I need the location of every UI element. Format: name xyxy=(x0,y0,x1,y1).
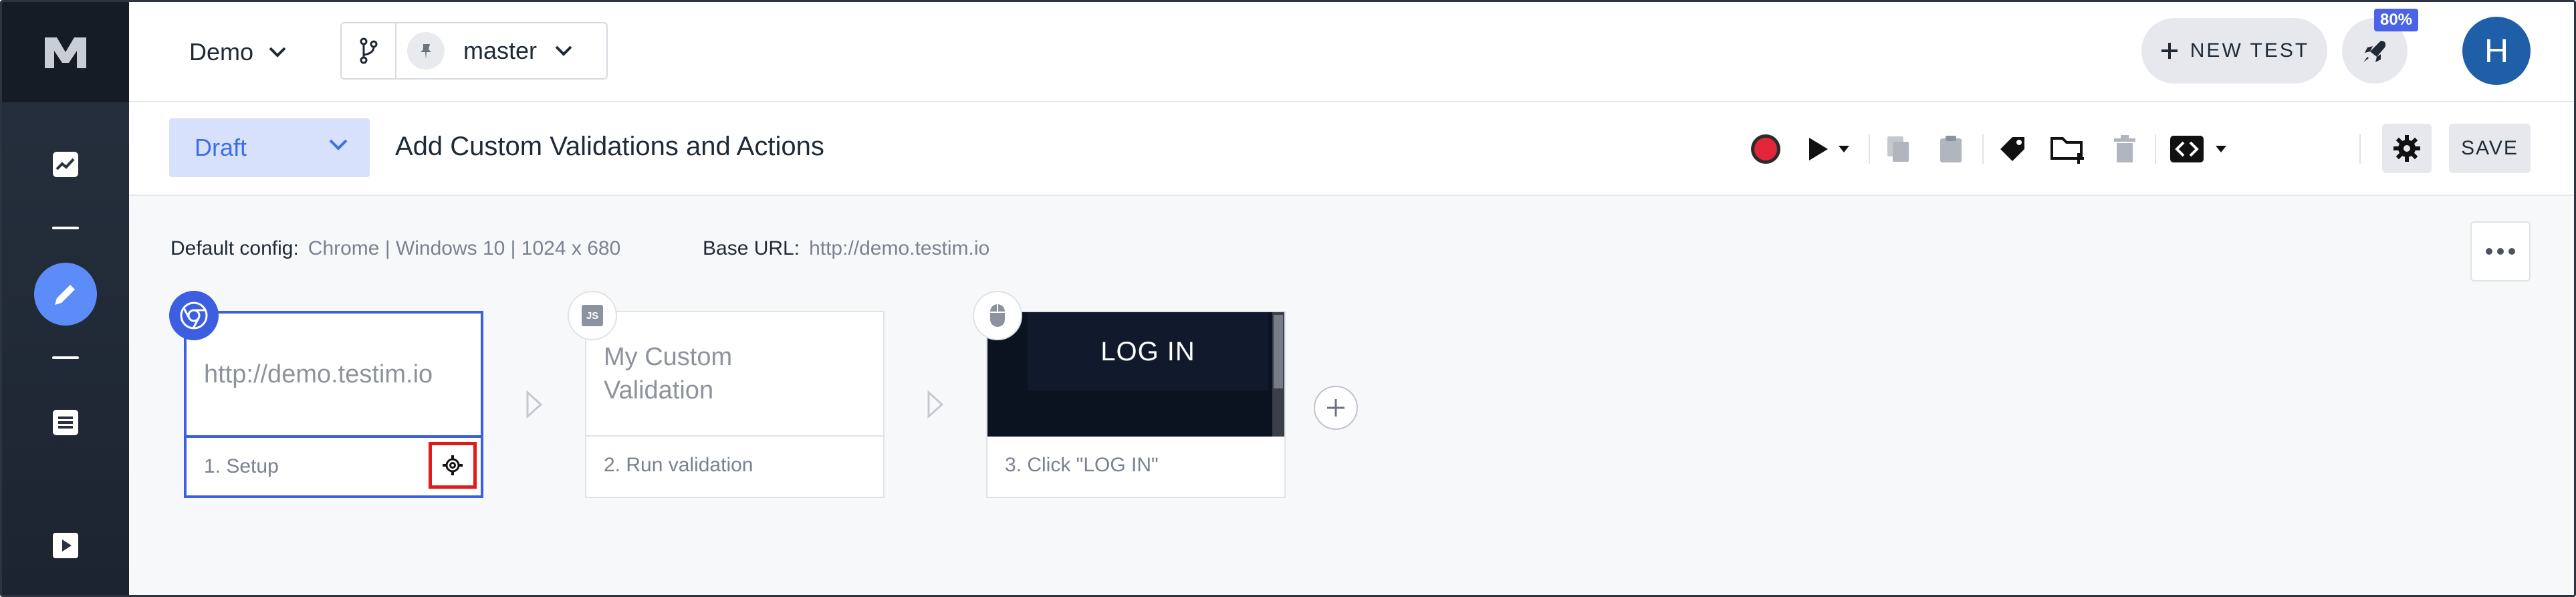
toolbar-divider xyxy=(2359,134,2361,164)
default-config-value: Chrome | Windows 10 | 1024 x 680 xyxy=(308,237,621,259)
code-dropdown-icon[interactable] xyxy=(2210,132,2232,166)
branch-icon[interactable] xyxy=(342,23,396,78)
toolbar-divider xyxy=(1982,134,1984,164)
play-dropdown-icon[interactable] xyxy=(1833,132,1855,166)
step-content: My Custom Validation xyxy=(586,312,883,437)
step-label: 1. Setup xyxy=(204,455,279,477)
test-title[interactable]: Add Custom Validations and Actions xyxy=(395,132,824,162)
chrome-icon xyxy=(169,291,219,340)
default-config[interactable]: Default config: Chrome | Windows 10 | 10… xyxy=(170,237,620,260)
base-url-label: Base URL: xyxy=(703,237,800,259)
sidebar-divider xyxy=(52,356,79,359)
more-options-button[interactable] xyxy=(2470,221,2531,281)
toolbar-divider xyxy=(1869,134,1870,164)
base-url-value: http://demo.testim.io xyxy=(809,237,990,259)
tag-icon[interactable] xyxy=(1994,132,2030,166)
step-content: http://demo.testim.io xyxy=(187,314,481,438)
test-canvas: Default config: Chrome | Windows 10 | 10… xyxy=(129,196,2574,595)
step-run-validation[interactable]: My Custom Validation 2. Run validation xyxy=(585,311,885,498)
toolbar-divider xyxy=(2155,134,2156,164)
top-bar: Demo master NEW TEST 80% H xyxy=(129,2,2574,102)
status-dropdown[interactable]: Draft xyxy=(169,118,370,177)
trash-icon[interactable] xyxy=(2108,132,2141,166)
record-icon[interactable] xyxy=(1748,132,1783,166)
runs-icon[interactable] xyxy=(49,529,82,562)
logo-icon xyxy=(45,37,86,68)
paste-icon[interactable] xyxy=(1934,132,1968,166)
thumbnail-scrollbar xyxy=(1272,312,1284,437)
list-icon[interactable] xyxy=(49,406,82,439)
test-toolbar: Draft Add Custom Validations and Actions xyxy=(129,102,2574,196)
plus-icon xyxy=(2161,43,2178,59)
chevron-down-icon xyxy=(555,45,572,56)
step-arrow-icon xyxy=(523,390,544,423)
sidebar xyxy=(2,2,129,595)
sidebar-divider xyxy=(52,227,79,229)
edit-icon[interactable] xyxy=(34,263,97,326)
testim-logo[interactable] xyxy=(2,2,129,102)
status-label: Draft xyxy=(195,134,247,161)
app-window: Demo master NEW TEST 80% H Draft Add Cus… xyxy=(0,0,2576,597)
step-click-login[interactable]: LOG IN 3. Click "LOG IN" xyxy=(986,311,1286,498)
new-test-button[interactable]: NEW TEST xyxy=(2141,18,2327,84)
new-test-label: NEW TEST xyxy=(2190,39,2310,62)
chevron-down-icon xyxy=(269,47,286,57)
save-button[interactable]: SAVE xyxy=(2449,124,2531,173)
login-button-preview: LOG IN xyxy=(1028,312,1268,391)
js-badge-text: JS xyxy=(582,305,603,326)
plus-icon xyxy=(1327,399,1344,416)
project-selector[interactable]: Demo xyxy=(189,34,287,70)
step-screenshot: LOG IN xyxy=(987,312,1284,437)
settings-icon[interactable] xyxy=(2382,124,2432,173)
branch-selector[interactable]: master xyxy=(340,22,608,80)
step-label: 3. Click "LOG IN" xyxy=(1005,454,1159,476)
usage-badge: 80% xyxy=(2374,9,2418,31)
step-arrow-icon xyxy=(925,390,945,423)
step-label: 2. Run validation xyxy=(604,454,753,476)
default-config-label: Default config: xyxy=(170,237,299,259)
step-settings-icon[interactable] xyxy=(429,442,477,489)
more-icon xyxy=(2486,248,2515,255)
js-icon: JS xyxy=(568,291,617,340)
dashboard-icon[interactable] xyxy=(49,148,82,181)
login-thumbnail: LOG IN xyxy=(987,312,1284,437)
branch-name: master xyxy=(463,37,538,64)
add-folder-icon[interactable] xyxy=(2048,132,2088,166)
step-content-text: My Custom Validation xyxy=(604,343,733,404)
add-step-button[interactable] xyxy=(1314,386,1358,430)
play-icon[interactable] xyxy=(1803,132,1833,166)
copy-icon[interactable] xyxy=(1882,132,1915,166)
base-url[interactable]: Base URL: http://demo.testim.io xyxy=(703,237,989,260)
project-name: Demo xyxy=(189,38,254,66)
pin-icon xyxy=(407,32,445,70)
mouse-icon xyxy=(973,291,1022,340)
code-icon[interactable] xyxy=(2167,132,2207,166)
chevron-down-icon xyxy=(329,139,348,150)
avatar[interactable]: H xyxy=(2462,17,2531,85)
